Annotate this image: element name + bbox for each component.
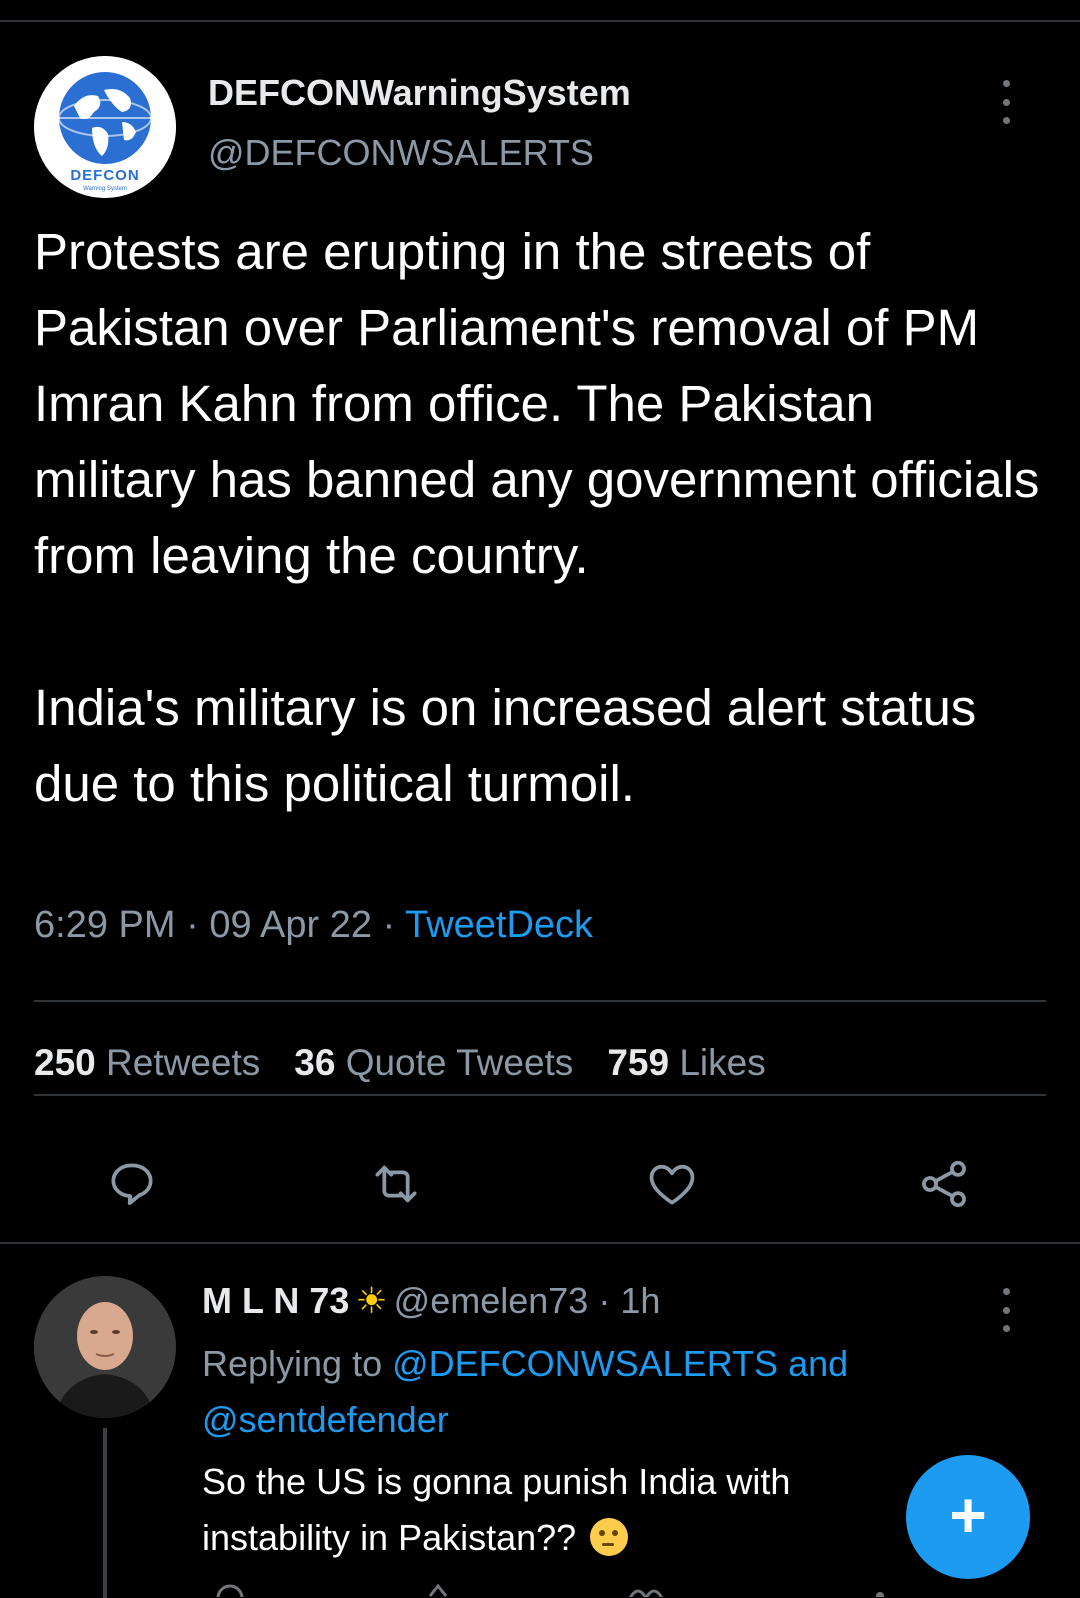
mention-link[interactable]: @sentdefender <box>202 1399 449 1440</box>
svg-text:DEFCON: DEFCON <box>70 167 139 184</box>
author-name[interactable]: DEFCONWarningSystem <box>208 72 631 114</box>
compose-button[interactable]: + <box>906 1455 1030 1579</box>
meta-separator: · <box>382 904 396 946</box>
like-icon <box>649 1164 695 1205</box>
reply-author-handle[interactable]: @emelen73 <box>394 1280 589 1321</box>
divider <box>0 1242 1080 1244</box>
svg-text:Warning System: Warning System <box>83 186 127 192</box>
reply-header: M L N 73 ☀ @emelen73 · 1h <box>202 1280 660 1322</box>
tweet-source-link[interactable]: TweetDeck <box>405 904 593 946</box>
reply-icon <box>111 1163 153 1205</box>
likes-count: 759 <box>607 1042 670 1083</box>
retweet-button[interactable] <box>368 1156 428 1216</box>
reply-actions-peek <box>200 1582 900 1597</box>
retweets-count: 250 <box>34 1042 96 1083</box>
meta-separator: · <box>598 1280 611 1321</box>
quotes-label: Quote Tweets <box>345 1042 574 1083</box>
replying-prefix: Replying to <box>202 1343 383 1384</box>
tweet-text: Protests are erupting in the streets of … <box>34 214 1044 822</box>
like-button[interactable] <box>644 1156 704 1216</box>
reply-text: So the US is gonna punish India with ins… <box>202 1454 922 1566</box>
reply-age: 1h <box>620 1280 661 1321</box>
likes-label: Likes <box>679 1042 766 1083</box>
reply-author-name[interactable]: M L N 73 <box>202 1280 349 1321</box>
reply-more-options-icon[interactable] <box>996 1288 1016 1332</box>
reply-avatar[interactable] <box>34 1276 176 1418</box>
tweet-paragraph: India's military is on increased alert s… <box>34 679 977 812</box>
quotes-count: 36 <box>294 1042 336 1083</box>
thinking-face-icon <box>590 1518 629 1556</box>
share-icon <box>922 1160 966 1208</box>
share-button[interactable] <box>916 1156 976 1216</box>
tweet-meta: 6:29 PM · 09 Apr 22 · TweetDeck <box>34 904 593 947</box>
plus-icon: + <box>949 1479 987 1551</box>
divider <box>34 1094 1046 1096</box>
divider <box>34 1000 1046 1002</box>
quotes-stat[interactable]: 36 Quote Tweets <box>294 1042 607 1083</box>
tweet-paragraph: Protests are erupting in the streets of … <box>34 223 1040 584</box>
author-avatar[interactable]: DEFCON Warning System <box>34 56 176 198</box>
globe-logo-icon: DEFCON Warning System <box>34 56 176 198</box>
likes-stat[interactable]: 759 Likes <box>607 1042 799 1083</box>
reply-text-content: So the US is gonna punish India with ins… <box>202 1461 791 1558</box>
more-options-icon[interactable] <box>996 80 1016 124</box>
replying-connector: and <box>788 1343 849 1384</box>
user-photo-icon <box>34 1276 176 1418</box>
mention-link[interactable]: @DEFCONWSALERTS <box>392 1343 778 1384</box>
tweet-stats: 250 Retweets 36 Quote Tweets 759 Likes <box>34 1042 800 1084</box>
meta-separator: · <box>186 904 199 946</box>
tweet-time[interactable]: 6:29 PM <box>34 904 176 946</box>
thread-line <box>103 1428 107 1598</box>
top-divider <box>0 20 1080 22</box>
replying-to: Replying to @DEFCONWSALERTS and @sentdef… <box>202 1336 962 1448</box>
author-handle[interactable]: @DEFCONWSALERTS <box>208 132 594 174</box>
sun-emoji-icon: ☀ <box>355 1280 388 1321</box>
retweets-stat[interactable]: 250 Retweets <box>34 1042 294 1083</box>
tweet-date[interactable]: 09 Apr 22 <box>209 904 372 946</box>
retweet-icon <box>375 1165 417 1203</box>
reply-button[interactable] <box>104 1156 164 1216</box>
retweets-label: Retweets <box>106 1042 261 1083</box>
